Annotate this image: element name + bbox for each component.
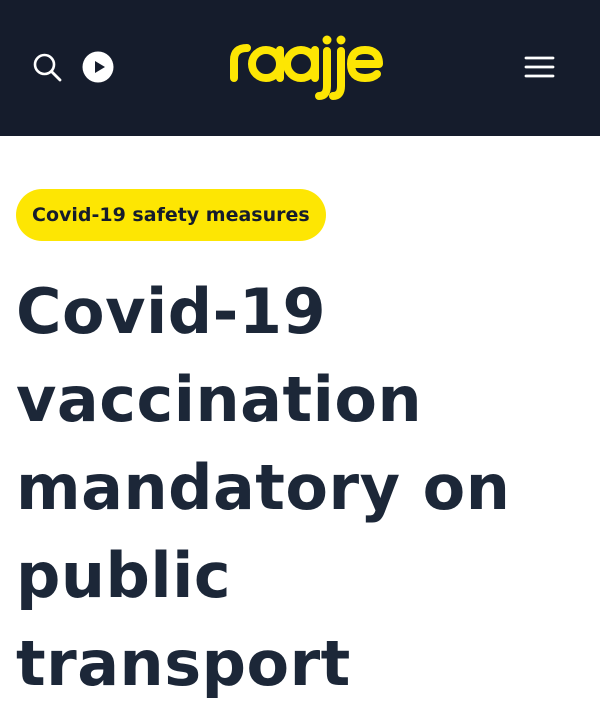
article-headline: Covid-19 vaccination mandatory on public…: [16, 275, 511, 700]
play-button[interactable]: [82, 51, 114, 83]
search-button[interactable]: [30, 50, 64, 84]
hamburger-menu-icon: [524, 56, 555, 78]
site-logo[interactable]: [226, 34, 384, 104]
search-icon: [33, 53, 62, 82]
category-badge[interactable]: Covid-19 safety measures: [16, 189, 326, 241]
raajje-logo: [230, 35, 383, 100]
menu-button[interactable]: [520, 52, 560, 82]
site-header: [0, 0, 600, 136]
play-icon: [82, 51, 114, 83]
